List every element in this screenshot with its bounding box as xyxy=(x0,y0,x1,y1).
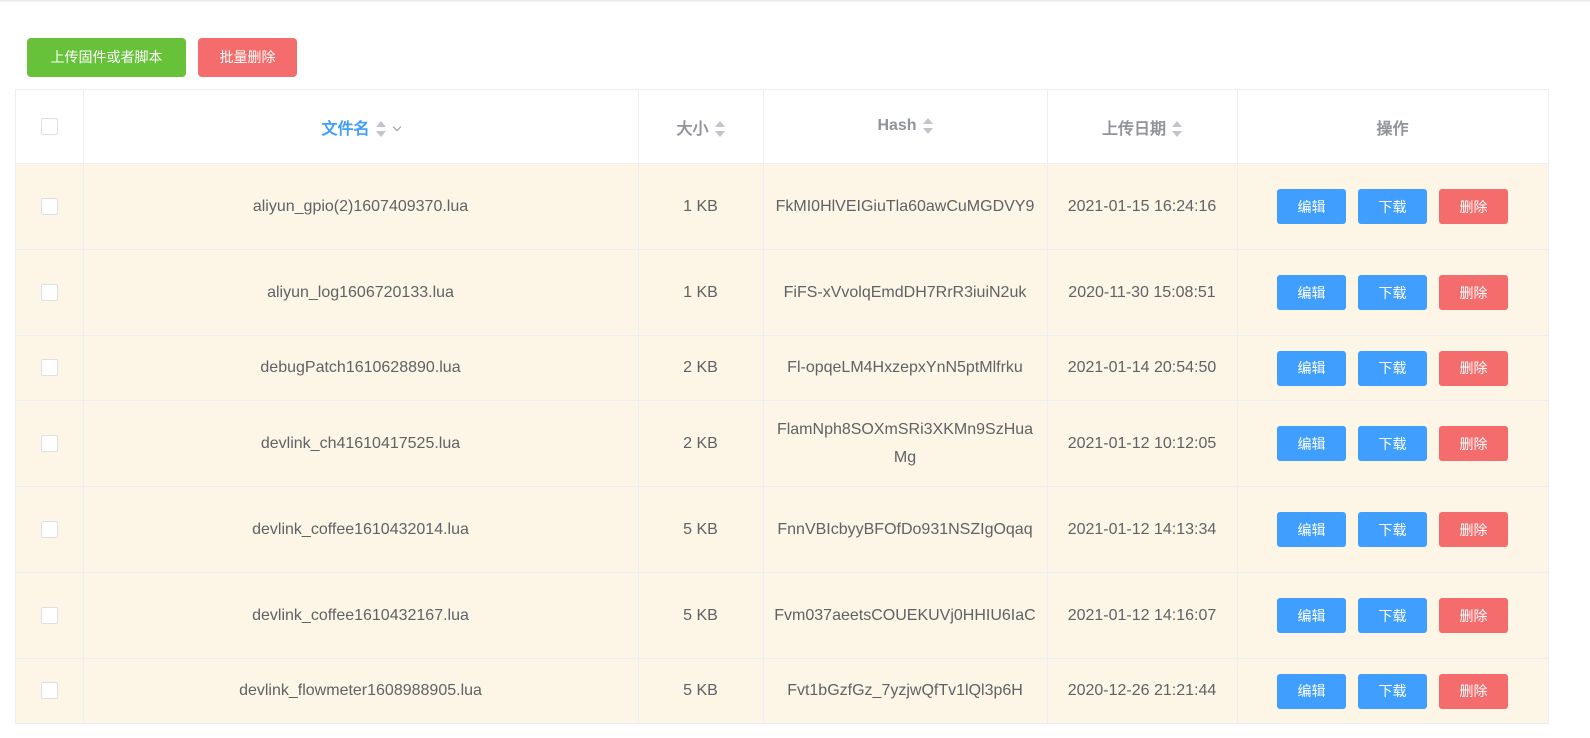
header-select-all xyxy=(16,89,84,164)
header-actions: 操作 xyxy=(1237,89,1549,164)
edit-button[interactable]: 编辑 xyxy=(1277,189,1346,224)
top-divider xyxy=(0,0,1590,3)
delete-button[interactable]: 删除 xyxy=(1439,426,1508,461)
table-row: devlink_coffee1610432014.lua 5 KB FnnVBI… xyxy=(16,486,1549,573)
cell-date: 2020-12-26 21:21:44 xyxy=(1047,658,1238,724)
cell-filename: devlink_flowmeter1608988905.lua xyxy=(83,658,639,724)
select-all-checkbox[interactable] xyxy=(40,117,58,135)
edit-button[interactable]: 编辑 xyxy=(1277,350,1346,386)
table-row: aliyun_gpio(2)1607409370.lua 1 KB FkMI0H… xyxy=(16,163,1549,250)
cell-hash: Fvm037aeetsCOUEKUVj0HHIU6IaC xyxy=(774,606,1036,624)
row-checkbox[interactable] xyxy=(40,359,58,377)
upload-button[interactable]: 上传固件或者脚本 xyxy=(27,38,186,77)
delete-button[interactable]: 删除 xyxy=(1439,275,1508,310)
sort-icon[interactable] xyxy=(1172,120,1182,138)
header-filename[interactable]: 文件名 xyxy=(83,89,639,164)
cell-size: 5 KB xyxy=(638,486,764,573)
delete-button[interactable]: 删除 xyxy=(1439,673,1508,709)
download-button[interactable]: 下载 xyxy=(1358,512,1427,547)
row-checkbox[interactable] xyxy=(40,283,58,301)
cell-filename: aliyun_gpio(2)1607409370.lua xyxy=(83,163,639,250)
header-filename-label: 文件名 xyxy=(321,120,370,138)
cell-hash: Fvt1bGzfGz_7yzjwQfTv1lQl3p6H xyxy=(787,682,1023,699)
cell-date: 2021-01-12 14:13:34 xyxy=(1047,486,1238,573)
sort-icon[interactable] xyxy=(922,117,933,135)
sort-icon[interactable] xyxy=(714,120,725,138)
edit-button[interactable]: 编辑 xyxy=(1277,512,1346,547)
cell-date: 2021-01-12 14:16:07 xyxy=(1047,572,1238,659)
header-actions-label: 操作 xyxy=(1376,120,1409,138)
cell-filename: devlink_coffee1610432014.lua xyxy=(83,486,639,573)
row-checkbox[interactable] xyxy=(40,197,58,215)
edit-button[interactable]: 编辑 xyxy=(1277,598,1346,633)
header-upload-date[interactable]: 上传日期 xyxy=(1047,89,1238,164)
download-button[interactable]: 下载 xyxy=(1358,350,1427,386)
cell-size: 1 KB xyxy=(638,249,764,336)
table-row: devlink_flowmeter1608988905.lua 5 KB Fvt… xyxy=(16,658,1549,724)
download-button[interactable]: 下载 xyxy=(1358,598,1427,633)
download-button[interactable]: 下载 xyxy=(1358,673,1427,709)
table-row: devlink_coffee1610432167.lua 5 KB Fvm037… xyxy=(16,572,1549,659)
cell-size: 1 KB xyxy=(638,163,764,250)
chevron-down-icon[interactable] xyxy=(392,122,401,132)
row-checkbox[interactable] xyxy=(40,606,58,624)
row-checkbox[interactable] xyxy=(40,520,58,538)
header-upload-date-label: 上传日期 xyxy=(1101,120,1166,138)
file-table: 文件名 大小 Hash 上传日期 操作 aliyun_gpio(2)160740… xyxy=(15,89,1549,724)
cell-date: 2021-01-15 16:24:16 xyxy=(1047,163,1238,250)
table-row: devlink_ch41610417525.lua 2 KB FlamNph8S… xyxy=(16,400,1549,487)
cell-filename: devlink_coffee1610432167.lua xyxy=(83,572,639,659)
edit-button[interactable]: 编辑 xyxy=(1277,426,1346,461)
toolbar: 上传固件或者脚本 批量删除 xyxy=(27,38,297,77)
sort-icon[interactable] xyxy=(375,120,386,138)
cell-date: 2021-01-14 20:54:50 xyxy=(1047,335,1238,401)
header-hash-label: Hash xyxy=(877,117,917,135)
download-button[interactable]: 下载 xyxy=(1358,426,1427,461)
header-hash[interactable]: Hash xyxy=(763,89,1048,164)
cell-hash: FkMI0HlVEIGiuTla60awCuMGDVY9 xyxy=(775,197,1035,215)
cell-hash: Fl-opqeLM4HxzepxYnN5ptMlfrku xyxy=(787,359,1023,376)
download-button[interactable]: 下载 xyxy=(1358,189,1427,224)
cell-hash: FnnVBIcbyyBFOfDo931NSZIgOqaq xyxy=(777,520,1033,538)
delete-button[interactable]: 删除 xyxy=(1439,189,1508,224)
cell-size: 2 KB xyxy=(638,335,764,401)
edit-button[interactable]: 编辑 xyxy=(1277,673,1346,709)
cell-filename: devlink_ch41610417525.lua xyxy=(83,400,639,487)
cell-hash: FiFS-xVvolqEmdDH7RrR3iuiN2uk xyxy=(783,283,1027,301)
table-row: debugPatch1610628890.lua 2 KB Fl-opqeLM4… xyxy=(16,335,1549,401)
table-row: aliyun_log1606720133.lua 1 KB FiFS-xVvol… xyxy=(16,249,1549,336)
delete-button[interactable]: 删除 xyxy=(1439,350,1508,386)
delete-button[interactable]: 删除 xyxy=(1439,598,1508,633)
cell-hash: FlamNph8SOXmSRi3XKMn9SzHuaMg xyxy=(776,420,1034,466)
download-button[interactable]: 下载 xyxy=(1358,275,1427,310)
cell-date: 2021-01-12 10:12:05 xyxy=(1047,400,1238,487)
cell-date: 2020-11-30 15:08:51 xyxy=(1047,249,1238,336)
delete-button[interactable]: 删除 xyxy=(1439,512,1508,547)
batch-delete-button[interactable]: 批量删除 xyxy=(198,38,297,77)
row-checkbox[interactable] xyxy=(40,434,58,452)
row-checkbox[interactable] xyxy=(40,682,58,700)
cell-size: 2 KB xyxy=(638,400,764,487)
cell-size: 5 KB xyxy=(638,572,764,659)
cell-size: 5 KB xyxy=(638,658,764,724)
edit-button[interactable]: 编辑 xyxy=(1277,275,1346,310)
table-header-row: 文件名 大小 Hash 上传日期 操作 xyxy=(16,89,1549,164)
cell-filename: aliyun_log1606720133.lua xyxy=(83,249,639,336)
header-size-label: 大小 xyxy=(676,120,709,138)
cell-filename: debugPatch1610628890.lua xyxy=(83,335,639,401)
header-size[interactable]: 大小 xyxy=(638,89,764,164)
